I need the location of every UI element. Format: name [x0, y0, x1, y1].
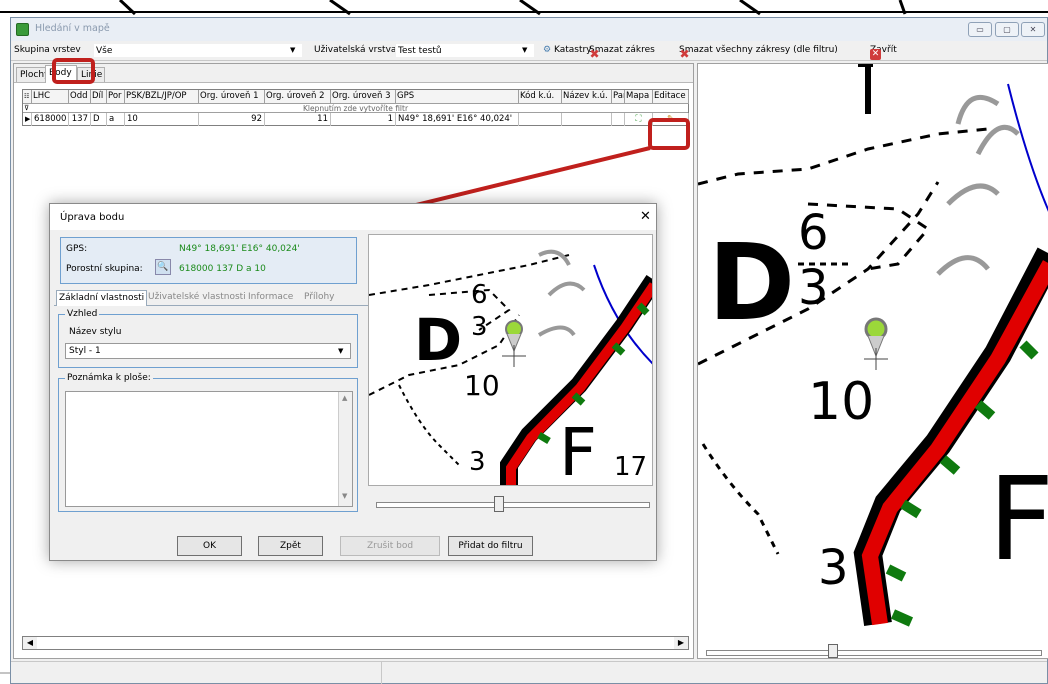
stand-value: 618000 137 D a 10 [179, 264, 266, 274]
style-value: Styl - 1 [69, 346, 101, 356]
gps-value: N49° 18,691' E16° 40,024' [179, 244, 300, 254]
cancel-point-button[interactable]: Zrušit bod [340, 536, 440, 556]
note-scrollbar[interactable]: ▲ ▼ [338, 392, 352, 506]
tab-information[interactable]: Informace [248, 292, 293, 302]
appearance-legend: Vzhled [65, 309, 100, 319]
scroll-up-icon[interactable]: ▲ [342, 394, 347, 402]
tab-basic-properties[interactable]: Základní vlastnosti [56, 290, 148, 306]
dialog-title-bar: Úprava bodu ✕ [50, 204, 656, 230]
back-button[interactable]: Zpět [258, 536, 323, 556]
note-legend: Poznámka k ploše: [65, 373, 153, 383]
search-icon[interactable]: 🔍 [155, 259, 171, 275]
dialog-map-label-10: 10 [464, 369, 500, 402]
add-to-filter-button[interactable]: Přidat do filtru [448, 536, 533, 556]
dialog-zoom-thumb[interactable] [494, 496, 504, 512]
edit-point-dialog: Úprava bodu ✕ GPS: N49° 18,691' E16° 40,… [49, 203, 657, 561]
note-textarea[interactable]: ▲ ▼ [65, 391, 353, 507]
point-info-box: GPS: N49° 18,691' E16° 40,024' Porostní … [60, 237, 357, 284]
dialog-tabs: Základní vlastnosti Uživatelské vlastnos… [54, 290, 368, 306]
stand-label: Porostní skupina: [66, 264, 143, 274]
dialog-map-label-6: 6 [471, 280, 488, 310]
tab-attachments[interactable]: Přílohy [304, 292, 335, 302]
style-label: Název stylu [69, 327, 122, 337]
dialog-map-label-3b: 3 [469, 447, 486, 477]
dialog-zoom-slider[interactable] [376, 502, 650, 508]
dialog-close-icon[interactable]: ✕ [640, 209, 651, 224]
dialog-title: Úprava bodu [60, 212, 125, 223]
dialog-map-label-f: F [559, 414, 597, 486]
ok-button[interactable]: OK [177, 536, 242, 556]
dialog-map-label-17: 17 [614, 452, 647, 482]
dialog-map-preview[interactable]: D 6 3 10 F 17 3 [368, 234, 653, 486]
tab-user-properties[interactable]: Uživatelské vlastnosti [148, 292, 246, 302]
scroll-down-icon[interactable]: ▼ [342, 492, 347, 500]
gps-label: GPS: [66, 244, 88, 254]
note-group: Poznámka k ploše: ▲ ▼ [58, 373, 358, 512]
appearance-group: Vzhled Název stylu Styl - 1 ▼ [58, 309, 358, 368]
dialog-map-label-3: 3 [471, 312, 488, 342]
dialog-map[interactable]: D 6 3 10 F 17 3 [369, 235, 653, 486]
style-select[interactable]: Styl - 1 ▼ [65, 343, 351, 359]
dialog-map-label-d: D [414, 306, 462, 374]
chevron-down-icon: ▼ [338, 347, 344, 355]
